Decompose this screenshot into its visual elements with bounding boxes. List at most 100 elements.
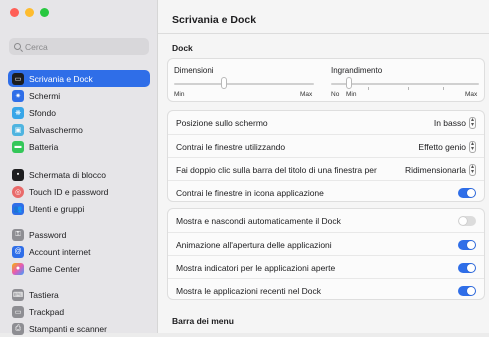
autohide-toggle[interactable] bbox=[458, 216, 476, 226]
key-icon: ⚿ bbox=[12, 228, 24, 241]
minimize-button[interactable] bbox=[25, 8, 34, 17]
setting-label: Contrai le finestre utilizzando bbox=[176, 141, 286, 152]
settings-window: ▭ Scrivania e Dock ✷ Schermi ❋ Sfondo ▣ … bbox=[0, 0, 489, 335]
main-pane: Scrivania e Dock Dock Dimensioni Min Max… bbox=[158, 0, 489, 333]
sidebar-item-touch-id[interactable]: ◎ Touch ID e password bbox=[8, 183, 150, 200]
sidebar-item-label: Stampanti e scanner bbox=[29, 323, 107, 334]
size-label: Dimensioni bbox=[174, 66, 214, 75]
setting-label: Posizione sullo schermo bbox=[176, 118, 268, 128]
popup-value: Effetto genio bbox=[418, 141, 466, 152]
sidebar-item-schermata-blocco[interactable]: ▪ Schermata di blocco bbox=[8, 166, 150, 183]
sidebar-item-label: Trackpad bbox=[29, 306, 65, 317]
toggle-label: Mostra le applicazioni recenti nel Dock bbox=[176, 285, 322, 296]
magnification-max-label: Max bbox=[465, 91, 478, 98]
magnification-min-label: Min bbox=[346, 91, 357, 98]
battery-icon: ▬ bbox=[12, 140, 24, 153]
section-heading-menu-bar: Barra dei menu bbox=[172, 316, 234, 326]
chevron-updown-icon: ▴ ▾ bbox=[468, 117, 476, 129]
setting-row-double-click: Fai doppio clic sulla barra del titolo d… bbox=[168, 157, 484, 181]
nav-group-1: ▭ Scrivania e Dock ✷ Schermi ❋ Sfondo ▣ … bbox=[8, 70, 150, 155]
sidebar-item-utenti[interactable]: 👥 Utenti e gruppi bbox=[8, 200, 150, 217]
sidebar-item-label: Utenti e gruppi bbox=[29, 203, 85, 214]
wallpaper-icon: ❋ bbox=[12, 106, 24, 119]
sidebar-item-label: Game Center bbox=[29, 263, 81, 274]
dock-sliders-card: Dimensioni Min Max Ingrandimento No Min … bbox=[167, 58, 485, 102]
search-field[interactable] bbox=[9, 38, 149, 55]
sidebar-item-account-internet[interactable]: @ Account internet bbox=[8, 243, 150, 260]
sidebar-item-scrivania-dock[interactable]: ▭ Scrivania e Dock bbox=[8, 70, 150, 87]
sidebar-item-label: Tastiera bbox=[29, 289, 59, 300]
window-controls bbox=[10, 8, 49, 17]
setting-row-minimize-effect: Contrai le finestre utilizzando Effetto … bbox=[168, 134, 484, 158]
sidebar-item-batteria[interactable]: ▬ Batteria bbox=[8, 138, 150, 155]
page-title: Scrivania e Dock bbox=[172, 14, 257, 26]
title-divider bbox=[158, 33, 489, 34]
nav-group-4: ⌨ Tastiera ▭ Trackpad ⎙ Stampanti e scan… bbox=[8, 286, 150, 337]
chevron-updown-icon: ▴ ▾ bbox=[468, 140, 476, 153]
dock-icon: ▭ bbox=[12, 72, 24, 85]
sidebar-item-label: Touch ID e password bbox=[29, 186, 109, 197]
setting-label: Contrai le finestre in icona applicazion… bbox=[176, 187, 324, 198]
at-icon: @ bbox=[12, 245, 24, 258]
setting-label: Fai doppio clic sulla barra del titolo d… bbox=[176, 164, 377, 175]
sidebar-item-stampanti[interactable]: ⎙ Stampanti e scanner bbox=[8, 320, 150, 337]
popup-value: In basso bbox=[433, 118, 466, 128]
sidebar-item-password[interactable]: ⚿ Password bbox=[8, 226, 150, 243]
dock-settings-card: Posizione sullo schermo In basso ▴ ▾ Cont… bbox=[167, 110, 485, 202]
toggle-label: Mostra e nascondi automaticamente il Doc… bbox=[176, 216, 341, 226]
users-icon: 👥 bbox=[12, 202, 24, 215]
double-click-popup[interactable]: Ridimensionarla ▴ ▾ bbox=[405, 163, 476, 176]
toggle-row-indicators: Mostra indicatori per le applicazioni ap… bbox=[168, 255, 484, 279]
lock-screen-icon: ▪ bbox=[12, 168, 24, 181]
position-popup[interactable]: In basso ▴ ▾ bbox=[434, 117, 476, 129]
dock-toggles-card: Mostra e nascondi automaticamente il Doc… bbox=[167, 208, 485, 300]
search-icon bbox=[14, 43, 21, 50]
display-icon: ✷ bbox=[12, 89, 24, 102]
magnification-slider-track[interactable] bbox=[331, 83, 479, 85]
sidebar-item-sfondo[interactable]: ❋ Sfondo bbox=[8, 104, 150, 121]
toggle-row-animate: Animazione all'apertura delle applicazio… bbox=[168, 232, 484, 256]
recent-apps-toggle[interactable] bbox=[458, 285, 476, 296]
sidebar-item-schermi[interactable]: ✷ Schermi bbox=[8, 87, 150, 104]
magnification-tick bbox=[408, 87, 409, 90]
sidebar-item-label: Salvaschermo bbox=[29, 124, 83, 135]
sidebar-item-label: Schermi bbox=[29, 90, 61, 101]
zoom-button[interactable] bbox=[40, 8, 49, 17]
indicators-toggle[interactable] bbox=[458, 262, 476, 273]
minimize-effect-popup[interactable]: Effetto genio ▴ ▾ bbox=[418, 140, 476, 153]
section-heading-dock: Dock bbox=[172, 43, 193, 53]
sidebar-item-tastiera[interactable]: ⌨ Tastiera bbox=[8, 286, 150, 303]
toggle-label: Mostra indicatori per le applicazioni ap… bbox=[176, 262, 336, 273]
trackpad-icon: ▭ bbox=[12, 305, 24, 318]
search-input[interactable] bbox=[25, 41, 135, 52]
popup-value: Ridimensionarla bbox=[405, 164, 466, 175]
magnification-tick bbox=[368, 87, 369, 90]
size-max-label: Max bbox=[300, 91, 313, 98]
magnification-slider-knob[interactable] bbox=[346, 77, 352, 89]
minimize-into-icon-toggle[interactable] bbox=[458, 187, 476, 198]
sidebar-item-salvaschermo[interactable]: ▣ Salvaschermo bbox=[8, 121, 150, 138]
size-slider-track[interactable] bbox=[174, 83, 314, 85]
magnification-no-label: No bbox=[331, 91, 340, 98]
nav-group-2: ▪ Schermata di blocco ◎ Touch ID e passw… bbox=[8, 166, 150, 217]
screensaver-icon: ▣ bbox=[12, 123, 24, 136]
chevron-updown-icon: ▴ ▾ bbox=[468, 163, 476, 176]
sidebar-item-label: Account internet bbox=[29, 246, 91, 257]
nav-group-3: ⚿ Password @ Account internet ● Game Cen… bbox=[8, 226, 150, 277]
sidebar-item-game-center[interactable]: ● Game Center bbox=[8, 260, 150, 277]
sidebar-item-label: Scrivania e Dock bbox=[29, 73, 93, 84]
toggle-label: Animazione all'apertura delle applicazio… bbox=[176, 239, 332, 250]
size-min-label: Min bbox=[174, 91, 185, 98]
sidebar-item-label: Schermata di blocco bbox=[29, 169, 107, 180]
sidebar-item-trackpad[interactable]: ▭ Trackpad bbox=[8, 303, 150, 320]
sidebar: ▭ Scrivania e Dock ✷ Schermi ❋ Sfondo ▣ … bbox=[0, 0, 158, 335]
animate-toggle[interactable] bbox=[458, 239, 476, 250]
close-button[interactable] bbox=[10, 8, 19, 17]
setting-row-minimize-into-icon: Contrai le finestre in icona applicazion… bbox=[168, 180, 484, 204]
sidebar-item-label: Sfondo bbox=[29, 107, 56, 118]
setting-row-position: Posizione sullo schermo In basso ▴ ▾ bbox=[168, 111, 484, 135]
fingerprint-icon: ◎ bbox=[12, 185, 24, 198]
toggle-row-autohide: Mostra e nascondi automaticamente il Doc… bbox=[168, 209, 484, 233]
keyboard-icon: ⌨ bbox=[12, 288, 24, 301]
size-slider-knob[interactable] bbox=[220, 77, 227, 89]
